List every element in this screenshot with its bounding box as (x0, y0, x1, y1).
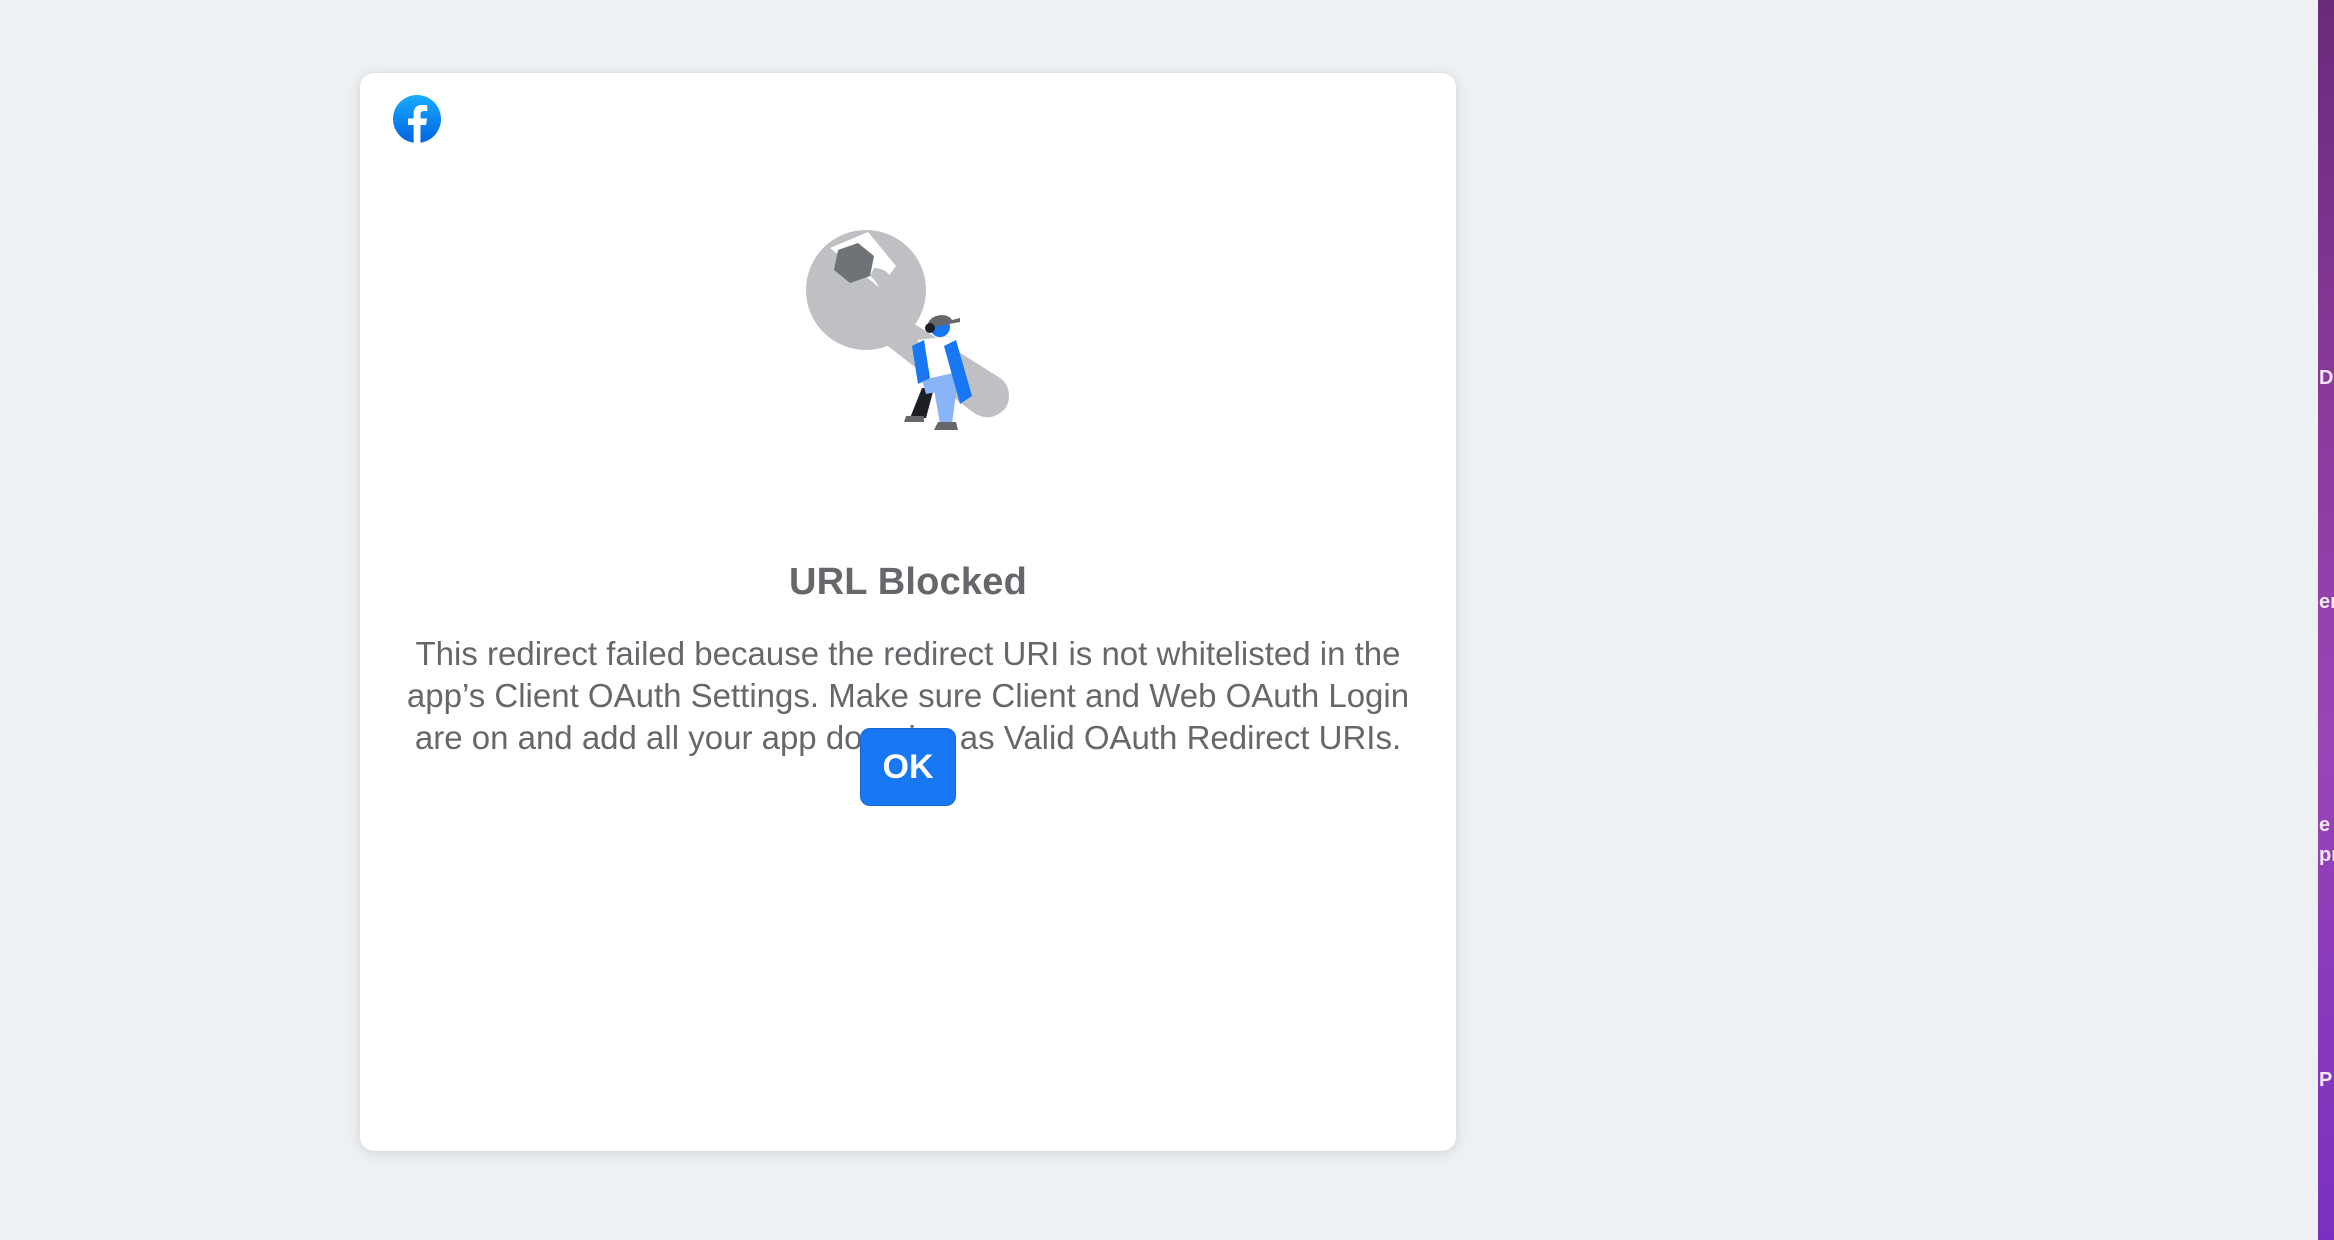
desktop-text-fragment: er (2319, 591, 2334, 613)
ok-button[interactable]: OK (860, 728, 956, 806)
desktop-text-fragment: pr (2319, 844, 2334, 866)
desktop-text-fragment: e (2319, 814, 2331, 836)
desktop-text-fragment: D (2319, 367, 2334, 389)
desktop-edge: D er e pr P (2318, 0, 2334, 1240)
url-blocked-dialog: URL Blocked This redirect failed because… (360, 73, 1456, 1151)
dialog-title: URL Blocked (789, 561, 1027, 603)
wrench-worker-illustration (800, 228, 1020, 438)
facebook-logo-icon (392, 94, 442, 144)
desktop-text-fragment: P (2319, 1069, 2333, 1091)
